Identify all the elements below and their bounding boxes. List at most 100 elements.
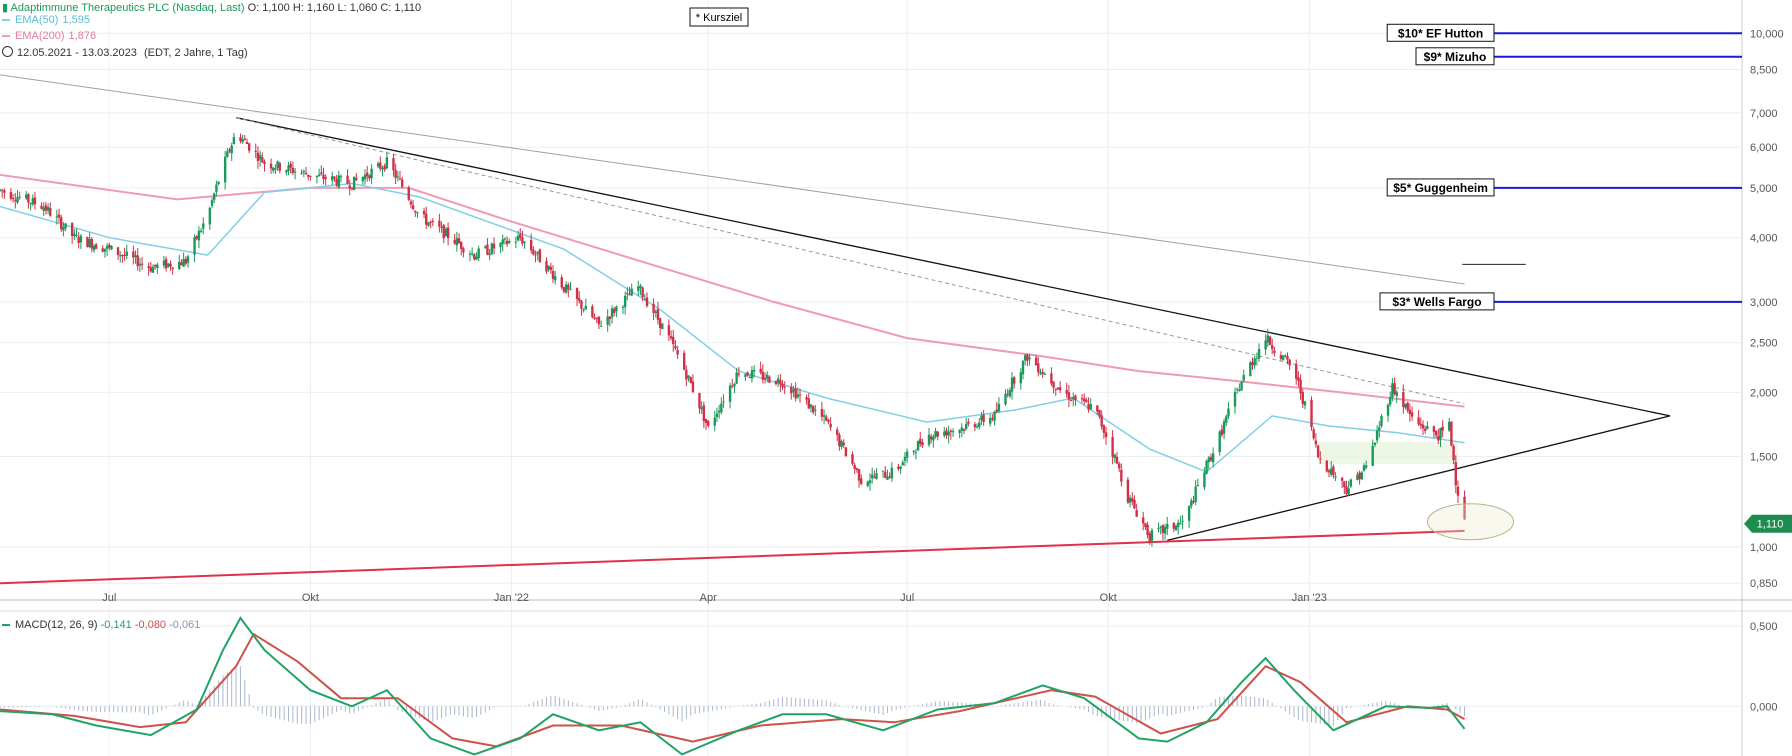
candle	[591, 304, 594, 319]
candle-body	[840, 441, 843, 448]
candle-body	[997, 403, 1001, 412]
candle-body	[1074, 395, 1077, 401]
candle-body	[731, 385, 734, 387]
candle-body	[1270, 345, 1274, 349]
candle	[538, 248, 542, 263]
candle-body	[919, 438, 922, 445]
candle-body	[1450, 421, 1453, 446]
candle-body	[64, 223, 67, 229]
consolidation-zone	[1318, 442, 1458, 465]
candle	[407, 185, 410, 202]
candle-body	[153, 264, 157, 267]
candle-body	[652, 303, 655, 313]
y-tick-label: 3,000	[1750, 297, 1778, 309]
candle-body	[300, 172, 303, 174]
candle-body	[385, 157, 389, 169]
candle-body	[796, 394, 800, 398]
candle-body	[626, 293, 629, 295]
candle-body	[1251, 362, 1254, 365]
candle-body	[1166, 524, 1169, 529]
candle-body	[1163, 527, 1167, 534]
candle-body	[1205, 460, 1208, 474]
candle-body	[1115, 456, 1119, 464]
candle-body	[140, 263, 144, 265]
candle-body	[641, 287, 644, 298]
candle-body	[873, 476, 876, 478]
x-tick-label: Okt	[1100, 592, 1117, 604]
candle-body	[776, 378, 780, 383]
candle-body	[241, 139, 244, 143]
candle-body	[366, 172, 369, 177]
candle-body	[125, 251, 128, 256]
candle-body	[1373, 442, 1377, 445]
candle	[916, 440, 920, 451]
candle-body	[1126, 479, 1130, 503]
candle-body	[291, 167, 295, 173]
candle-body	[1028, 357, 1031, 360]
candle-body	[903, 456, 907, 461]
candle-body	[29, 203, 32, 205]
candle-body	[164, 259, 168, 269]
candle-body	[988, 418, 992, 424]
last-price-tag: 1,110	[1744, 514, 1792, 533]
candle-body	[414, 210, 417, 213]
candle-body	[1222, 421, 1226, 434]
candle-body	[1203, 472, 1206, 488]
candle-body	[195, 235, 198, 239]
candle-body	[103, 248, 107, 252]
candle-body	[794, 388, 797, 399]
candle-body	[1157, 528, 1160, 530]
candle	[1249, 360, 1252, 377]
y-tick-label: 10,000	[1750, 28, 1784, 40]
candle-body	[964, 423, 968, 429]
ema200-label: EMA(200)	[15, 30, 65, 42]
candle-body	[1297, 377, 1300, 381]
candle-body	[1235, 389, 1239, 391]
candle-body	[822, 415, 826, 417]
candle-body	[951, 431, 955, 433]
candle	[1450, 421, 1453, 447]
stock-chart[interactable]: $10* EF Hutton $9* Mizuho $5* Guggenheim $3…	[0, 0, 1792, 756]
candle-body	[967, 421, 970, 424]
candle-body	[905, 451, 909, 458]
candle-body	[781, 383, 784, 388]
candle-body	[1089, 404, 1092, 410]
candle-body	[623, 295, 627, 308]
candle-body	[868, 480, 872, 484]
candle-body	[1266, 335, 1270, 343]
candle-body	[595, 317, 598, 319]
ema200-swatch	[2, 35, 10, 38]
candle-body	[1439, 428, 1442, 440]
candle-body	[1211, 453, 1215, 463]
candle-body	[529, 239, 533, 251]
macd-tick-label: 0,500	[1750, 621, 1778, 633]
candle-body	[1067, 392, 1071, 400]
candle-body	[147, 266, 150, 268]
ema200-legend[interactable]: EMA(200) 1,876	[2, 28, 96, 45]
candle-body	[1238, 389, 1241, 392]
candle	[1126, 477, 1130, 505]
candle-body	[551, 271, 555, 280]
hist-value: -0,061	[169, 619, 201, 631]
candle-body	[564, 284, 568, 293]
candle-body	[322, 174, 325, 179]
candle-body	[272, 167, 275, 171]
candle-body	[593, 317, 596, 319]
candle-body	[575, 287, 579, 300]
candle-body	[1419, 423, 1423, 426]
candle-body	[77, 237, 80, 243]
candle-body	[75, 235, 78, 237]
candle-body	[16, 197, 19, 203]
candle-body	[505, 240, 509, 245]
candle-body	[171, 267, 174, 269]
candle-body	[1303, 401, 1307, 406]
candle-body	[1347, 488, 1350, 495]
candle-body	[470, 253, 474, 255]
ema50-legend[interactable]: EMA(50) 1,595	[2, 12, 90, 29]
price-target-label: $5* Guggenheim	[1393, 181, 1488, 195]
candle-body	[1187, 506, 1191, 521]
candle-body	[149, 267, 153, 272]
candle-body	[1417, 417, 1420, 425]
candle-body	[215, 184, 218, 192]
candle-body	[1386, 404, 1390, 416]
